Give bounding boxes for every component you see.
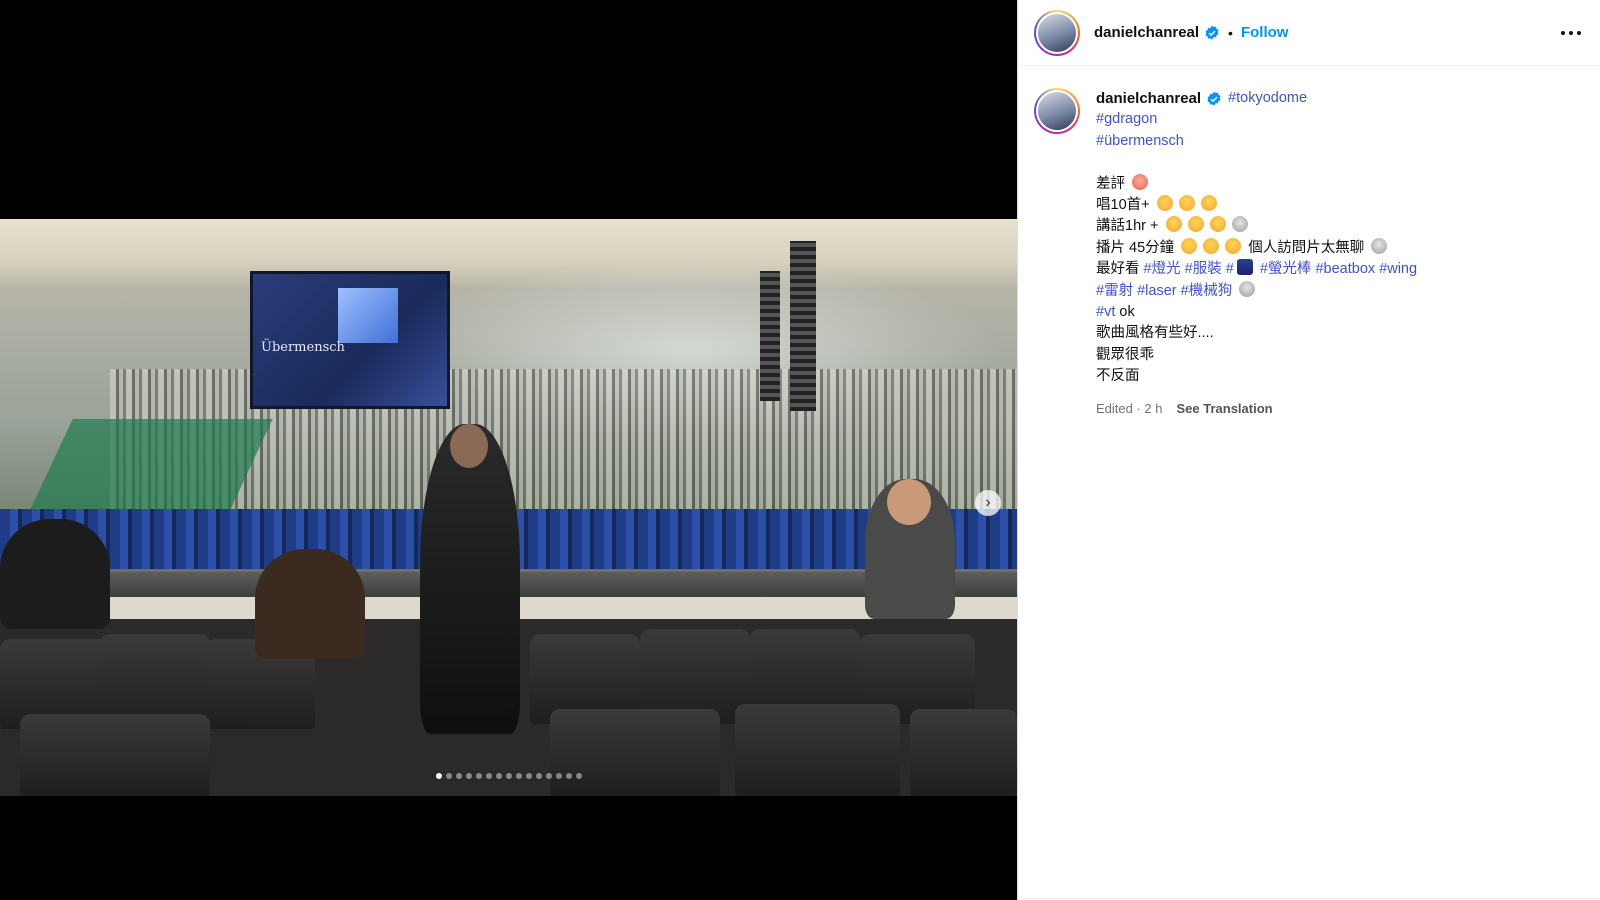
caption-line: 歌曲風格有些好.... [1096, 325, 1214, 342]
edited-timestamp: Edited · 2 h [1096, 400, 1163, 416]
caption-line: 觀眾很乖 [1096, 346, 1154, 363]
posing-person [420, 424, 520, 734]
carousel-dot [575, 773, 582, 779]
emoji-icon [1132, 173, 1149, 190]
carousel-indicator [0, 771, 1017, 781]
caption: danielchanreal #tokyodome #gdragon #über… [1034, 88, 1585, 419]
hashtag-link[interactable]: #tokyodome [1228, 88, 1307, 109]
post-sidebar: danielchanreal • Follow danielchanreal #… [1017, 0, 1600, 900]
post-meta: Edited · 2 h See Translation [1096, 398, 1417, 419]
light-tower [760, 271, 780, 401]
carousel-dot [535, 773, 542, 779]
follow-button[interactable]: Follow [1241, 24, 1289, 41]
carousel-dot [555, 773, 562, 779]
caption-line: ok [1119, 304, 1135, 321]
carousel-dot [545, 773, 552, 779]
caption-line: 差評 [1096, 175, 1125, 192]
hashtag-link[interactable]: #機械狗 [1181, 283, 1233, 299]
carousel-dot [485, 773, 492, 779]
emoji-icon [1225, 237, 1242, 254]
person-head [450, 424, 488, 468]
light-tower [790, 241, 816, 411]
hashtag-link[interactable]: #übermensch [1096, 133, 1184, 149]
hashtag-link[interactable]: #雷射 [1096, 283, 1133, 299]
emoji-icon [1187, 216, 1204, 233]
emoji-icon [1231, 216, 1248, 233]
screen-image [338, 288, 398, 343]
seat [20, 714, 210, 796]
caption-text: danielchanreal #tokyodome #gdragon #über… [1096, 88, 1417, 419]
spectator-head [887, 479, 931, 525]
caption-line: 個人訪問片太無聊 [1248, 239, 1365, 256]
hashtag-link[interactable]: #服裝 [1185, 261, 1222, 277]
carousel-dot [565, 773, 572, 779]
emoji-icon [1165, 216, 1182, 233]
screen-logo: Übermensch [261, 340, 345, 355]
verified-badge-icon [1205, 25, 1219, 40]
spectator [865, 479, 955, 619]
hashtag-link[interactable]: #燈光 [1144, 261, 1181, 277]
divider [1018, 898, 1600, 899]
avatar-image [1036, 11, 1078, 54]
see-translation-link[interactable]: See Translation [1177, 398, 1273, 419]
carousel-dot [495, 773, 502, 779]
caption-username[interactable]: danielchanreal [1096, 88, 1201, 109]
seat [735, 704, 900, 796]
carousel-dot [505, 773, 512, 779]
carousel-dot [475, 773, 482, 779]
media-pane: Übermensch › [0, 0, 1017, 900]
seat [550, 709, 720, 796]
hashtag-link[interactable]: #vt [1096, 304, 1115, 320]
emoji-icon [1156, 195, 1173, 212]
avatar[interactable] [1034, 9, 1080, 56]
next-media-button[interactable]: › [975, 490, 1001, 516]
carousel-dot [525, 773, 532, 779]
post-photo[interactable]: Übermensch [0, 219, 1017, 796]
carousel-dot [435, 773, 442, 779]
carousel-dot [465, 773, 472, 779]
emoji-icon [1209, 216, 1226, 233]
caption-avatar[interactable] [1034, 88, 1080, 134]
stage-screen: Übermensch [250, 271, 450, 409]
seat [910, 709, 1017, 796]
emoji-icon [1200, 195, 1217, 212]
hashtag-link[interactable]: # [1226, 261, 1234, 277]
more-options-icon[interactable] [1559, 21, 1583, 45]
emoji-icon [1239, 280, 1256, 297]
emoji-icon [1181, 237, 1198, 254]
caption-line: 唱10首+ [1096, 197, 1150, 214]
spectator [255, 549, 365, 659]
hashtag-link[interactable]: #laser [1137, 283, 1177, 299]
emoji-icon [1371, 237, 1388, 254]
caption-line: 播片 45分鐘 [1096, 239, 1175, 256]
hashtag-link[interactable]: #wing [1379, 261, 1417, 277]
post-header: danielchanreal • Follow [1018, 0, 1600, 66]
verified-badge-icon [1207, 91, 1221, 106]
caption-line: 不反面 [1096, 368, 1140, 385]
separator-dot: • [1228, 24, 1233, 41]
avatar-image [1036, 90, 1078, 132]
emoji-icon [1203, 237, 1220, 254]
hashtag-link[interactable]: #螢光棒 [1260, 261, 1312, 277]
hashtag-link[interactable]: #beatbox [1315, 261, 1375, 277]
header-username[interactable]: danielchanreal [1094, 24, 1199, 41]
caption-line: 最好看 [1096, 261, 1140, 278]
chevron-right-icon: › [985, 494, 991, 511]
spectator [0, 519, 110, 629]
carousel-dot [515, 773, 522, 779]
carousel-dot [445, 773, 452, 779]
carousel-dot [455, 773, 462, 779]
hashtag-link[interactable]: #gdragon [1096, 111, 1157, 127]
emoji-icon [1236, 259, 1253, 276]
emoji-icon [1178, 195, 1195, 212]
caption-line: 講話1hr + [1096, 218, 1159, 235]
